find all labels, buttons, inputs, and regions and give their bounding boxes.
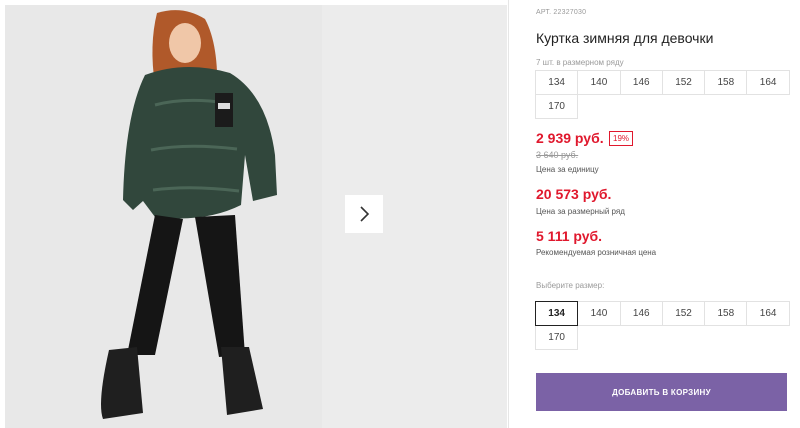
product-main-photo[interactable] — [5, 5, 322, 428]
size-option-164[interactable]: 164 — [746, 301, 790, 326]
size-row-cell: 152 — [661, 70, 706, 95]
product-photo-image — [5, 5, 322, 428]
chevron-right-icon — [360, 206, 370, 222]
size-option-170[interactable]: 170 — [535, 325, 579, 350]
gallery-next-button[interactable] — [345, 195, 383, 233]
size-option-152[interactable]: 152 — [661, 301, 706, 326]
pieces-in-row-text: 7 шт. в размерном ряду — [536, 58, 624, 67]
size-row-cell: 170 — [535, 94, 579, 119]
size-row-cell: 158 — [704, 70, 748, 95]
size-row-cell: 134 — [535, 70, 579, 95]
size-option-146[interactable]: 146 — [619, 301, 663, 326]
size-option-134[interactable]: 134 — [535, 301, 579, 326]
product-gallery — [0, 0, 508, 428]
size-row-grid: 134 140 146 152 158 164 170 — [535, 70, 790, 119]
unit-price: 2 939 руб. — [536, 130, 604, 146]
product-title: Куртка зимняя для девочки — [536, 30, 714, 46]
row-price-note: Цена за размерный ряд — [536, 207, 625, 216]
size-row-cell: 146 — [619, 70, 663, 95]
retail-price-note: Рекомендуемая розничная цена — [536, 248, 657, 257]
size-option-158[interactable]: 158 — [704, 301, 748, 326]
size-row-cell: 140 — [577, 70, 621, 95]
choose-size-label: Выберите размер: — [536, 281, 605, 290]
size-row-cell: 164 — [746, 70, 790, 95]
row-price: 20 573 руб. — [536, 186, 612, 202]
size-option-140[interactable]: 140 — [577, 301, 621, 326]
old-price: 3 640 руб. — [536, 150, 579, 160]
unit-price-note: Цена за единицу — [536, 165, 599, 174]
vertical-divider — [508, 0, 509, 428]
add-to-cart-button[interactable]: ДОБАВИТЬ В КОРЗИНУ — [536, 373, 787, 411]
size-selector: 134 140 146 152 158 164 170 — [535, 301, 790, 350]
discount-badge: 19% — [609, 131, 634, 146]
retail-price: 5 111 руб. — [536, 228, 603, 244]
article-number: АРТ. 22327030 — [536, 9, 587, 16]
